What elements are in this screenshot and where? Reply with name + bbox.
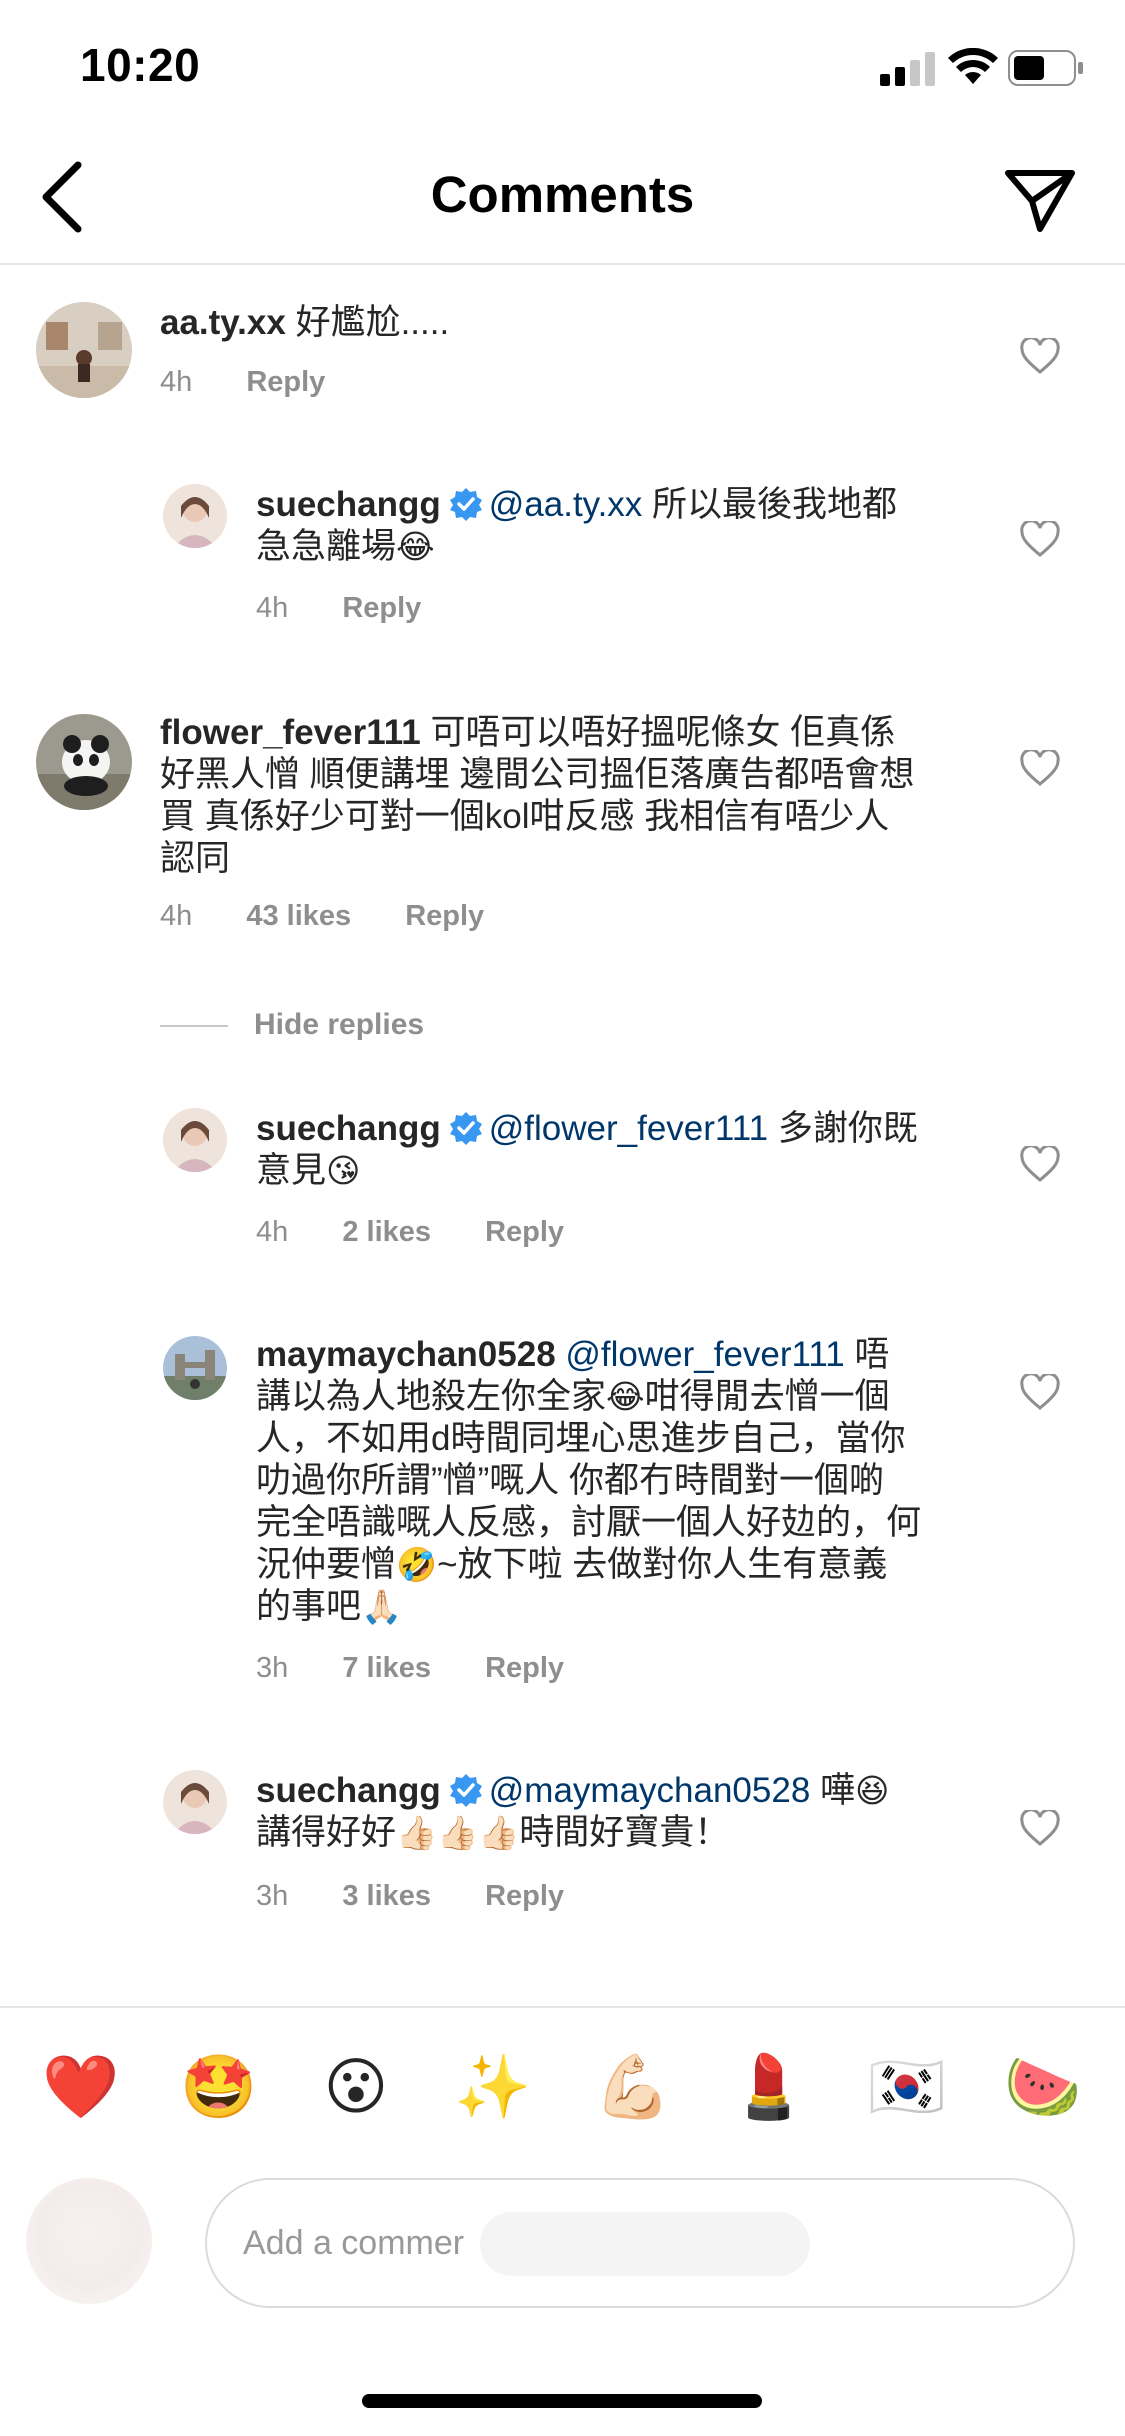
comment-time: 3h <box>256 1652 289 1684</box>
nav-bar: Comments <box>0 135 1125 265</box>
likes-count[interactable]: 3 likes <box>342 1880 431 1912</box>
battery-icon <box>1008 50 1083 86</box>
comment-text: ~放下啦 去做對你人生有意義 <box>437 1545 888 1584</box>
verified-badge-icon <box>449 488 482 521</box>
hide-replies-label: Hide replies <box>254 1008 425 1041</box>
heart-icon[interactable] <box>1020 338 1060 374</box>
comment-text: 多謝你既 <box>777 1109 918 1148</box>
comment-time: 4h <box>160 900 193 932</box>
flexed-biceps-emoji-button[interactable]: 💪🏻 <box>594 2050 671 2126</box>
avatar <box>26 2178 152 2304</box>
korea-flag-emoji-button[interactable]: 🇰🇷 <box>868 2050 945 2126</box>
mention-link[interactable]: @maymaychan0528 <box>489 1771 811 1810</box>
status-time: 10:20 <box>80 39 201 91</box>
username[interactable]: flower_fever111 <box>160 713 421 752</box>
username[interactable]: aa.ty.xx <box>160 303 286 342</box>
comment-text: 好黑人憎 順便講埋 邊間公司搵佢落廣告都唔會想 <box>160 755 915 794</box>
heart-icon[interactable] <box>1020 1374 1060 1410</box>
heart-icon[interactable] <box>1020 521 1060 557</box>
username[interactable]: suechangg <box>256 485 441 524</box>
comment-text: 意見 <box>256 1151 327 1190</box>
reply-button[interactable]: Reply <box>485 1652 564 1684</box>
home-indicator[interactable] <box>362 2394 762 2408</box>
comment-composer: Add a commer <box>0 2166 1125 2336</box>
comment-text: 講得好好 <box>256 1813 397 1852</box>
status-bar: 10:20 <box>0 0 1125 135</box>
comment-text: 人，不如用d時間同埋心思進步自己，當你 <box>256 1419 906 1458</box>
verified-badge-icon <box>449 1112 482 1145</box>
username[interactable]: suechangg <box>256 1771 441 1810</box>
watermelon-emoji-button[interactable]: 🍉 <box>1004 2050 1081 2126</box>
comment-text: 咁得閒去憎一個 <box>644 1377 890 1416</box>
avatar[interactable] <box>163 1336 227 1400</box>
direct-message-icon[interactable] <box>1004 163 1076 235</box>
verified-badge-icon <box>449 1774 482 1807</box>
signal-icon <box>880 52 935 86</box>
reply-button[interactable]: Reply <box>485 1216 564 1248</box>
avatar[interactable] <box>163 484 227 548</box>
mention-link[interactable]: @flower_fever111 <box>565 1335 844 1374</box>
comment-time: 4h <box>160 366 193 398</box>
comment-text: 認同 <box>160 839 231 878</box>
kiss-emoji: 😘 <box>326 1152 361 1189</box>
surprised-emoji-button[interactable]: 😮 <box>318 2050 394 2126</box>
lipstick-emoji-button[interactable]: 💄 <box>730 2050 807 2126</box>
avatar[interactable] <box>36 714 132 810</box>
star-struck-emoji-button[interactable]: 🤩 <box>180 2050 257 2126</box>
likes-count[interactable]: 43 likes <box>246 900 351 932</box>
red-heart-emoji-button[interactable]: ❤️ <box>42 2050 119 2126</box>
laughing-emoji: 😂 <box>606 1378 645 1415</box>
comment-text: 好尷尬..... <box>295 303 450 342</box>
comment-text: 況仲要憎 <box>256 1545 397 1584</box>
mention-link[interactable]: @flower_fever111 <box>489 1109 768 1148</box>
avatar[interactable] <box>163 1770 227 1834</box>
comment-text: 的事吧 <box>256 1587 362 1626</box>
comment-text: 嘩 <box>820 1771 856 1810</box>
comment-text: 所以最後我地都 <box>652 485 898 524</box>
heart-icon[interactable] <box>1020 750 1060 786</box>
rofl-emoji: 🤣 <box>396 1546 438 1583</box>
comment-text: 急急離場 <box>256 527 397 566</box>
comment-text: 完全唔識嘅人反感，討厭一個人好攰的，何 <box>256 1503 922 1542</box>
wifi-icon <box>948 48 998 84</box>
likes-count[interactable]: 2 likes <box>342 1216 431 1248</box>
comment-text: 買 真係好少可對一個kol咁反感 我相信有唔少人 <box>160 797 890 836</box>
comment-text: 可唔可以唔好搵呢條女 佢真係 <box>430 713 896 752</box>
comment-text: 講以為人地殺左你全家 <box>256 1377 607 1416</box>
comment-text: 叻過你所謂”憎”嘅人 你都冇時間對一個啲 <box>256 1461 885 1500</box>
comments-list: aa.ty.xx 好尷尬..... 4h Reply suechangg @aa.… <box>0 266 1125 2006</box>
reply-button[interactable]: Reply <box>246 366 325 398</box>
comment-time: 4h <box>256 1216 289 1248</box>
avatar[interactable] <box>163 1108 227 1172</box>
grinning-squint-emoji: 😆 <box>855 1772 890 1809</box>
comment-time: 4h <box>256 592 289 624</box>
reply-button[interactable]: Reply <box>342 592 421 624</box>
reply-button[interactable]: Reply <box>485 1880 564 1912</box>
sparkles-emoji-button[interactable]: ✨ <box>454 2050 531 2126</box>
username[interactable]: maymaychan0528 <box>256 1335 556 1374</box>
mention-link[interactable]: @aa.ty.xx <box>489 485 643 524</box>
laughing-emoji: 😂 <box>396 528 435 565</box>
page-title: Comments <box>430 166 695 223</box>
likes-count[interactable]: 7 likes <box>342 1652 431 1684</box>
comment-text: 時間好寶貴！ <box>519 1813 730 1852</box>
comment-time: 3h <box>256 1880 289 1912</box>
hide-replies-button[interactable]: Hide replies <box>160 1008 424 1042</box>
comment-text: 唔 <box>854 1335 890 1374</box>
reply-button[interactable]: Reply <box>405 900 484 932</box>
avatar[interactable] <box>36 302 132 398</box>
emoji-quick-bar: ❤️ 🤩 😮 ✨ 💪🏻 💄 🇰🇷 🍉 <box>0 2006 1125 2166</box>
pray-emoji: 🙏🏻 <box>361 1588 403 1625</box>
heart-icon[interactable] <box>1020 1810 1060 1846</box>
username[interactable]: suechangg <box>256 1109 441 1148</box>
heart-icon[interactable] <box>1020 1146 1060 1182</box>
blurred-region <box>480 2212 810 2276</box>
thumbs-up-emoji: 👍🏻👍🏻👍🏻 <box>396 1814 520 1851</box>
divider <box>160 1025 228 1028</box>
